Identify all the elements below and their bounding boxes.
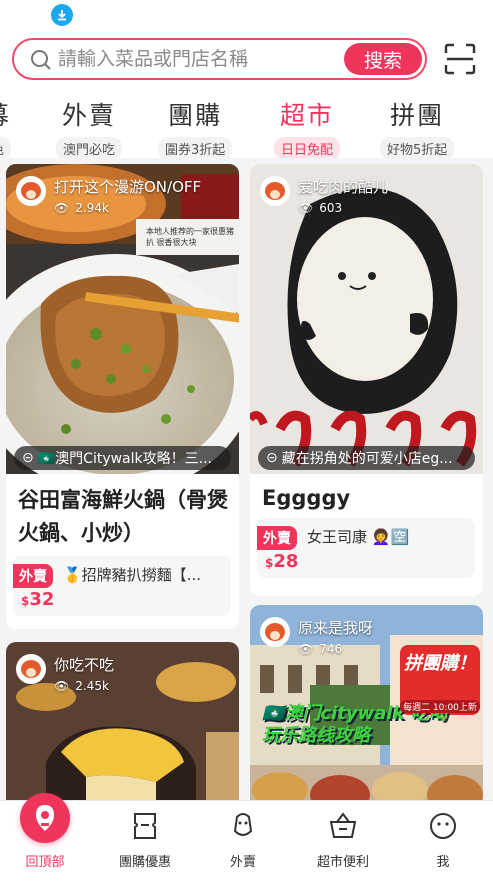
category-tab-supermarket[interactable]: 超市 日日免配 bbox=[274, 96, 341, 158]
takeaway-badge: 外賣 bbox=[257, 526, 297, 550]
nav-label: 超市便利 bbox=[316, 855, 369, 870]
post-title: 谷田富海鮮火鍋（骨煲火鍋、小炒） bbox=[18, 488, 228, 545]
price-value: 28 bbox=[273, 551, 299, 572]
topic-tag[interactable]: ⊝ 藏在拐角处的可爱小店eg... bbox=[258, 446, 475, 470]
coupon-icon bbox=[134, 813, 156, 839]
category-tab-partial[interactable]: 募 色 bbox=[0, 96, 12, 158]
image-note: 本地人推荐的一家很惠猪扒 很香很大块 bbox=[146, 227, 234, 247]
avatar bbox=[16, 176, 46, 206]
view-count: 746 bbox=[319, 642, 343, 656]
shop-name: 女王司康 👩‍🦱🈳 bbox=[307, 528, 410, 546]
eye-icon: 👁 bbox=[54, 201, 70, 215]
nav-label: 我 bbox=[436, 855, 450, 870]
shop-info[interactable]: 外賣 🥇招牌豬扒撈麵【... $32 bbox=[13, 556, 231, 616]
avatar bbox=[260, 617, 290, 647]
back-to-top-icon bbox=[20, 793, 70, 843]
bottom-nav: 回頂部 團購優惠 外賣 超市便利 我 bbox=[0, 793, 493, 887]
search-input[interactable] bbox=[58, 46, 348, 72]
search-box[interactable]: 搜索 bbox=[12, 38, 427, 80]
category-sub: 圍券3折起 bbox=[158, 137, 233, 158]
nav-takeaway[interactable]: 外賣 bbox=[198, 811, 288, 870]
view-count: 2.94k bbox=[75, 201, 109, 215]
promo-text: 拼團購！ bbox=[404, 653, 476, 674]
author-name: 打开这个漫游ON/OFF bbox=[54, 178, 202, 196]
category-label: 外賣 bbox=[62, 101, 117, 130]
author: 打开这个漫游ON/OFF 👁 2.94k bbox=[16, 176, 201, 215]
eye-icon: 👁 bbox=[54, 679, 70, 693]
post-card[interactable]: 本地人推荐的一家很惠猪扒 很香很大块 打开这个漫游ON/OFF 👁 2.94k ⊝… bbox=[6, 164, 239, 629]
category-label: 拼團 bbox=[390, 101, 445, 130]
view-count: 2.45k bbox=[75, 679, 109, 693]
category-label: 超市 bbox=[280, 101, 335, 130]
author-name: 你吃不吃 bbox=[54, 656, 115, 674]
topic-tag-label: 🇲🇴澳門Citywalk攻略！三... bbox=[37, 451, 212, 467]
promo-sub: 每週二 10:00上新 bbox=[400, 700, 480, 713]
header: 搜索 bbox=[0, 30, 493, 92]
search-icon bbox=[31, 50, 51, 70]
nav-back-to-top[interactable]: 回頂部 bbox=[0, 793, 90, 870]
download-icon bbox=[51, 4, 73, 26]
category-sub: 澳門必吃 bbox=[56, 137, 123, 158]
topic-tag[interactable]: ⊝ 🇲🇴澳門Citywalk攻略！三... bbox=[14, 446, 231, 470]
price-value: 32 bbox=[29, 589, 55, 610]
category-label: 募 bbox=[0, 96, 11, 132]
search-button[interactable]: 搜索 bbox=[344, 43, 422, 75]
category-tab-team-buy[interactable]: 拼團 好物5折起 bbox=[380, 96, 455, 158]
scan-icon[interactable] bbox=[443, 42, 477, 76]
post-title: Eggggy bbox=[262, 486, 351, 510]
view-count: 603 bbox=[319, 201, 343, 215]
avatar bbox=[260, 176, 290, 206]
author-name: 原来是我呀 bbox=[298, 619, 374, 637]
takeaway-badge: 外賣 bbox=[13, 564, 53, 588]
nav-label: 團購優惠 bbox=[118, 855, 171, 870]
nav-supermarket[interactable]: 超市便利 bbox=[298, 811, 388, 870]
category-sub: 日日免配 bbox=[274, 137, 341, 158]
price: $32 bbox=[21, 589, 54, 610]
category-sub: 色 bbox=[0, 137, 12, 158]
nav-me[interactable]: 我 bbox=[398, 811, 488, 870]
price: $28 bbox=[265, 551, 298, 572]
chat-icon: ⊝ bbox=[266, 450, 278, 466]
eye-icon: 👁 bbox=[298, 642, 314, 656]
author: 原来是我呀 👁 746 bbox=[260, 617, 373, 656]
chat-icon: ⊝ bbox=[22, 450, 34, 466]
author: 你吃不吃 👁 2.45k bbox=[16, 654, 114, 693]
shop-name: 🥇招牌豬扒撈麵【... bbox=[63, 566, 201, 584]
status-bar bbox=[0, 0, 493, 30]
avatar bbox=[16, 654, 46, 684]
takeaway-icon bbox=[233, 813, 253, 836]
eye-icon: 👁 bbox=[298, 201, 314, 215]
category-tab-group-buy[interactable]: 團購 圍券3折起 bbox=[158, 96, 233, 158]
author: 爱吃肉的酷儿 👁 603 bbox=[260, 176, 388, 215]
nav-label: 外賣 bbox=[229, 855, 256, 870]
profile-icon bbox=[430, 813, 456, 839]
topic-tag-label: 藏在拐角处的可爱小店eg... bbox=[281, 451, 453, 467]
category-label: 團購 bbox=[168, 101, 223, 130]
shop-info[interactable]: 外賣 女王司康 👩‍🦱🈳 $28 bbox=[257, 518, 475, 578]
post-card[interactable]: 🇲🇴澳门citywalk 吃喝玩乐路线攻略 拼團購！ 每週二 10:00上新 原… bbox=[250, 605, 483, 822]
category-tab-takeaway[interactable]: 外賣 澳門必吃 bbox=[56, 96, 123, 158]
category-tabs: 募 色 外賣 澳門必吃 團購 圍券3折起 超市 日日免配 拼團 好物5折起 bbox=[0, 92, 493, 158]
basket-icon bbox=[329, 812, 357, 838]
category-sub: 好物5折起 bbox=[380, 137, 455, 158]
nav-group-deals[interactable]: 團購優惠 bbox=[100, 811, 190, 870]
author-name: 爱吃肉的酷儿 bbox=[298, 178, 389, 196]
post-card[interactable]: 爱吃肉的酷儿 👁 603 ⊝ 藏在拐角处的可爱小店eg... Eggggy 外賣 … bbox=[250, 164, 483, 596]
nav-label: 回頂部 bbox=[25, 855, 65, 870]
